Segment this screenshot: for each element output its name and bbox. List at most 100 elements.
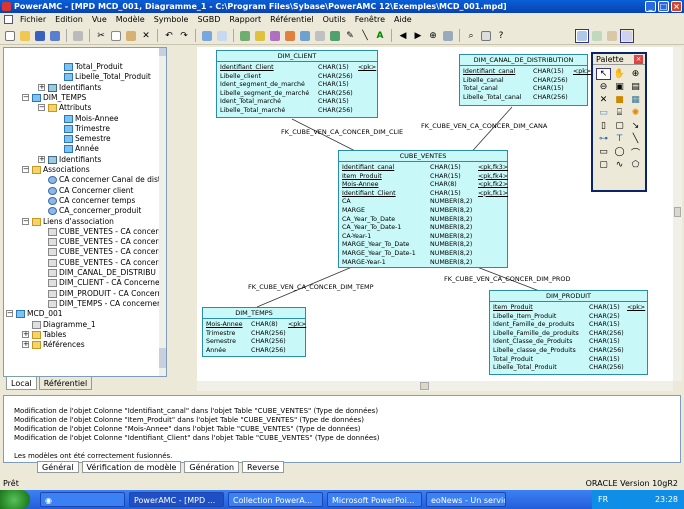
tab-generation[interactable]: Génération (184, 461, 240, 473)
browser-icon[interactable] (200, 29, 214, 43)
relation-label-prod[interactable]: FK_CUBE_VEN_CA_CONCER_DIM_PROD (444, 275, 571, 283)
entity-column-row[interactable]: Identifiant_canal CHAR(15) <pk> (463, 68, 591, 77)
entity-column-row[interactable]: Ident_Classe_de_Produits CHAR(15) (493, 338, 644, 347)
polygon-icon[interactable]: ⬠ (628, 159, 643, 171)
minimize-button[interactable]: _ (645, 1, 656, 12)
tree-item[interactable]: CA Concerner client (48, 186, 133, 196)
menu-referentiel[interactable]: Référentiel (270, 13, 313, 26)
entity-column-row[interactable]: Item_Produit CHAR(15) <pk,fk4> (342, 173, 508, 182)
palette-close-icon[interactable]: × (634, 55, 643, 64)
tree-item[interactable]: Liens d'association (32, 217, 114, 227)
tab-local[interactable]: Local (6, 377, 37, 390)
tree-item[interactable]: DIM_TEMPS - CA concerner (48, 299, 160, 309)
line-icon[interactable]: ╲ (358, 29, 372, 43)
procedure-icon[interactable]: ⌸ (612, 107, 627, 119)
task-powerpoint[interactable]: Microsoft PowerPoi... (327, 492, 422, 507)
check-icon[interactable] (253, 29, 267, 43)
cut-icon[interactable]: ✂ (94, 29, 108, 43)
entity-column-row[interactable]: Libelle_client CHAR(256) (220, 73, 374, 82)
menu-outils[interactable]: Outils (323, 13, 346, 26)
entity-cube-ventes[interactable]: CUBE_VENTES Identifiant_canal CHAR(15) <pk… (338, 150, 508, 268)
grabber-icon[interactable]: ✋ (612, 68, 627, 80)
entity-dim-client[interactable]: DIM_CLIENT Identifiant_Client CHAR(15) <pk… (216, 50, 378, 118)
tree-item[interactable]: Semestre (64, 134, 111, 144)
menu-symbole[interactable]: Symbole (154, 13, 189, 26)
compare-icon[interactable] (298, 29, 312, 43)
tab-general[interactable]: Général (37, 461, 79, 473)
zoom-out-icon[interactable]: ⊖ (596, 81, 611, 93)
entity-column-row[interactable]: Identifiant_Client CHAR(15) <pk,fk1> (342, 190, 508, 199)
entity-column-row[interactable]: Identifiant_Client CHAR(15) <pk> (220, 64, 376, 73)
relation-label-clie[interactable]: FK_CUBE_VEN_CA_CONCER_DIM_CLIE (281, 128, 403, 136)
view-tool-icon[interactable]: ▭ (596, 107, 611, 119)
tree-item[interactable]: CA_concerner_produit (48, 206, 141, 216)
tree-item[interactable]: Trimestre (64, 124, 110, 134)
tree-item[interactable]: DIM_TEMPS (32, 93, 86, 103)
expand-toggle-icon[interactable]: + (22, 341, 29, 349)
tree-item[interactable]: Diagramme_1 (32, 320, 96, 330)
tree-item[interactable]: Associations (32, 165, 90, 175)
scroll-thumb[interactable] (420, 382, 429, 390)
entity-column-row[interactable]: CA_Year_To_Date-1 NUMBER(8,2) (342, 224, 504, 233)
entity-column-row[interactable]: Ident_Total_marché CHAR(15) (220, 98, 374, 107)
tree-item[interactable]: Total_Produit (64, 62, 123, 72)
tree-item[interactable]: CUBE_VENTES - CA concern (48, 247, 163, 257)
text-icon[interactable]: A (373, 29, 387, 43)
expand-toggle-icon[interactable]: − (22, 217, 29, 225)
open-icon[interactable] (18, 29, 32, 43)
open-diagram-icon[interactable]: ▣ (612, 81, 627, 93)
task-eonews[interactable]: eoNews - Un service... (426, 492, 506, 507)
delete-tool-icon[interactable]: ✕ (596, 94, 611, 106)
print-icon[interactable] (71, 29, 85, 43)
save-icon[interactable] (33, 29, 47, 43)
properties-icon[interactable]: ▤ (628, 81, 643, 93)
redo-icon[interactable]: ↷ (177, 29, 191, 43)
task-collection[interactable]: Collection PowerA... (228, 492, 323, 507)
entity-column-row[interactable]: Libelle_Total_Produit CHAR(256) (493, 364, 644, 373)
output-icon[interactable] (215, 29, 229, 43)
task-poweramc[interactable]: PowerAMC - [MPD ... (129, 492, 224, 507)
rectangle-tool-icon[interactable]: ▭ (596, 146, 611, 158)
entity-column-row[interactable]: Ident_segment_de_marché CHAR(15) (220, 81, 374, 90)
fit-icon[interactable] (441, 29, 455, 43)
relation-label-temp[interactable]: FK_CUBE_VEN_CA_CONCER_DIM_TEMP (248, 283, 374, 291)
view-list-icon[interactable] (605, 29, 619, 43)
link-icon[interactable]: ⊶ (596, 133, 611, 145)
note-icon[interactable]: ▢ (612, 120, 627, 132)
view-tree-icon[interactable] (590, 29, 604, 43)
entity-column-row[interactable]: MARGE_Year_To_Date-1 NUMBER(8,2) (342, 250, 504, 259)
tree-item[interactable]: CUBE_VENTES - CA concern (48, 258, 163, 268)
tree-item[interactable]: DIM_CLIENT - CA Concerner (48, 278, 163, 288)
expand-toggle-icon[interactable]: + (38, 155, 45, 163)
expand-toggle-icon[interactable]: − (6, 310, 13, 318)
delete-icon[interactable]: ✕ (139, 29, 153, 43)
expand-toggle-icon[interactable]: + (38, 83, 45, 91)
model-icon[interactable] (238, 29, 252, 43)
tab-referentiel[interactable]: Référentiel (38, 377, 93, 390)
undo-icon[interactable]: ↶ (162, 29, 176, 43)
tree-item[interactable]: Identifiants (48, 83, 101, 93)
menu-vue[interactable]: Vue (92, 13, 107, 26)
zoom-in-icon[interactable]: ⊕ (628, 68, 643, 80)
tree-item[interactable]: DIM_PRODUIT - CA Concern (48, 289, 162, 299)
tree-item[interactable]: Mois-Annee (64, 114, 118, 124)
entity-column-row[interactable]: Trimestre CHAR(256) (206, 330, 302, 339)
pen-icon[interactable]: ✎ (343, 29, 357, 43)
tree-item[interactable]: CUBE_VENTES - CA concern (48, 237, 163, 247)
canvas-vertical-scrollbar[interactable] (673, 47, 682, 381)
entity-dim-canal-de-distribution[interactable]: DIM_CANAL_DE_DISTRIBUTION Identifiant_ca… (459, 54, 591, 106)
find-icon[interactable]: ⌕ (464, 29, 478, 43)
entity-column-row[interactable]: Libelle_Famille_de_produits CHAR(256) (493, 330, 644, 339)
entity-column-row[interactable]: Ident_Famille_de_produits CHAR(15) (493, 321, 644, 330)
start-button[interactable] (0, 490, 30, 509)
expand-toggle-icon[interactable]: + (22, 330, 29, 338)
entity-column-row[interactable]: CA_Year_To_Date NUMBER(8,2) (342, 216, 504, 225)
line-tool-icon[interactable]: ╲ (628, 133, 643, 145)
entity-column-row[interactable]: Mois-Annee CHAR(8) <pk,fk2> (342, 181, 508, 190)
merge-icon[interactable] (283, 29, 297, 43)
entity-column-row[interactable]: Libelle_Item_Produit CHAR(25) (493, 313, 644, 322)
tree-item[interactable]: CA concerner temps (48, 196, 135, 206)
entity-column-row[interactable]: Année CHAR(256) (206, 347, 302, 356)
generate-icon[interactable] (268, 29, 282, 43)
tree-item[interactable]: Références (32, 340, 85, 350)
